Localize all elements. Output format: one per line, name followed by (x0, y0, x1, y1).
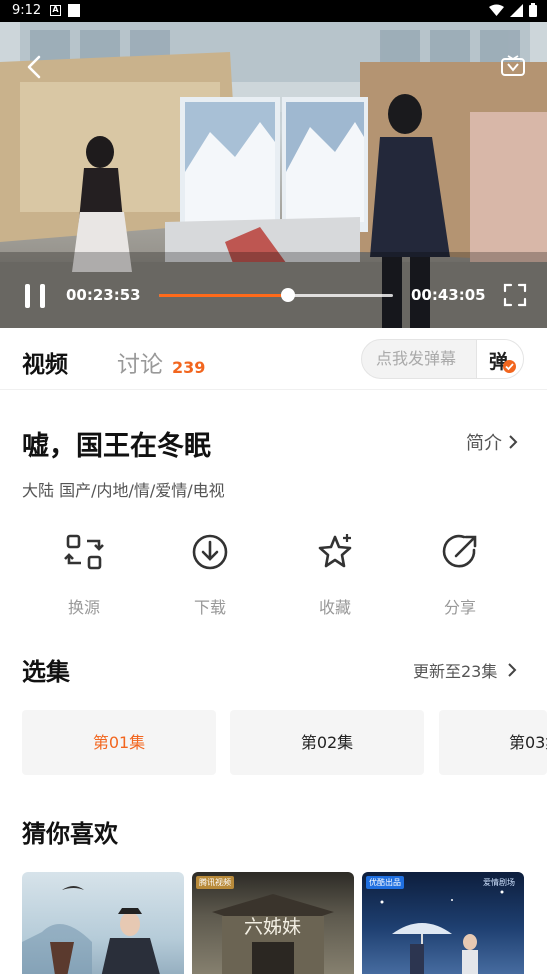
recommend-poster[interactable]: 优酷出品 爱情剧场 (362, 872, 524, 974)
recommend-poster[interactable] (22, 872, 184, 974)
chevron-right-icon (508, 663, 517, 677)
share-icon (442, 534, 477, 568)
danmu-bar: 点我发弹幕 弹 (361, 339, 524, 379)
fullscreen-icon[interactable] (503, 283, 527, 307)
episodes-update-text: 更新至23集 (413, 662, 498, 681)
download-button[interactable]: 下载 (170, 532, 250, 618)
poster-badge: 优酷出品 (366, 876, 404, 889)
poster-badge: 腾讯视频 (196, 876, 234, 889)
favorite-label: 收藏 (318, 598, 351, 617)
episode-item[interactable]: 第02集 (230, 710, 424, 775)
status-time: 9:12 (12, 3, 42, 18)
episodes-title: 选集 (22, 658, 70, 686)
action-row: 换源 下载 收藏 分享 (0, 532, 547, 617)
episode-item[interactable]: 第01集 (22, 710, 216, 775)
status-bar: 9:12 A (0, 0, 547, 22)
notification-square-icon (68, 4, 80, 17)
tab-video[interactable]: 视频 (22, 345, 68, 379)
share-label: 分享 (443, 598, 476, 617)
current-time: 00:23:53 (66, 286, 141, 304)
danmu-on-check-icon (503, 360, 516, 373)
signal-icon (510, 3, 523, 17)
show-title: 嘘，国王在冬眠 (22, 431, 211, 462)
progress-thumb[interactable] (280, 288, 295, 302)
battery-icon (529, 3, 537, 17)
video-player[interactable]: 00:23:53 00:43:05 (0, 22, 547, 328)
danmu-input[interactable]: 点我发弹幕 (362, 340, 476, 378)
poster-title-art: 六姊妹 (244, 916, 302, 938)
total-time: 00:43:05 (411, 286, 486, 304)
system-icons (489, 3, 537, 17)
notification-a-icon: A (50, 5, 61, 16)
discuss-count-badge: 239 (172, 358, 206, 377)
switch-source-label: 换源 (67, 598, 100, 617)
intro-link[interactable]: 简介 (466, 429, 518, 455)
tab-discuss[interactable]: 讨论 (117, 345, 163, 379)
tv-cast-icon[interactable] (500, 55, 526, 77)
back-icon[interactable] (22, 54, 48, 80)
chevron-right-icon (509, 435, 518, 449)
recommend-title: 猜你喜欢 (22, 820, 118, 848)
content-tabs: 视频 讨论 239 点我发弹幕 弹 (0, 328, 547, 390)
poster-art (22, 886, 160, 974)
star-icon (318, 534, 352, 568)
progress-fill (159, 294, 288, 297)
wifi-icon (489, 4, 504, 16)
poster-badge-secondary: 爱情剧场 (483, 878, 515, 887)
recommend-poster[interactable]: 腾讯视频 六姊妹 (192, 872, 354, 974)
download-label: 下载 (193, 598, 226, 617)
progress-bar[interactable] (159, 288, 393, 302)
switch-source-button[interactable]: 换源 (44, 532, 124, 618)
show-tags: 大陆 国产/内地/情/爱情/电视 (22, 481, 225, 500)
download-icon (192, 534, 228, 570)
episode-item[interactable]: 第03集 (439, 710, 547, 775)
switch-source-icon (64, 534, 104, 570)
pause-icon[interactable] (22, 282, 48, 310)
intro-label: 简介 (466, 433, 502, 454)
favorite-button[interactable]: 收藏 (295, 532, 375, 618)
player-controls: 00:23:53 00:43:05 (0, 280, 547, 320)
share-button[interactable]: 分享 (420, 532, 500, 618)
episodes-update-link[interactable]: 更新至23集 (413, 658, 517, 682)
danmu-toggle-button[interactable]: 弹 (476, 340, 523, 378)
